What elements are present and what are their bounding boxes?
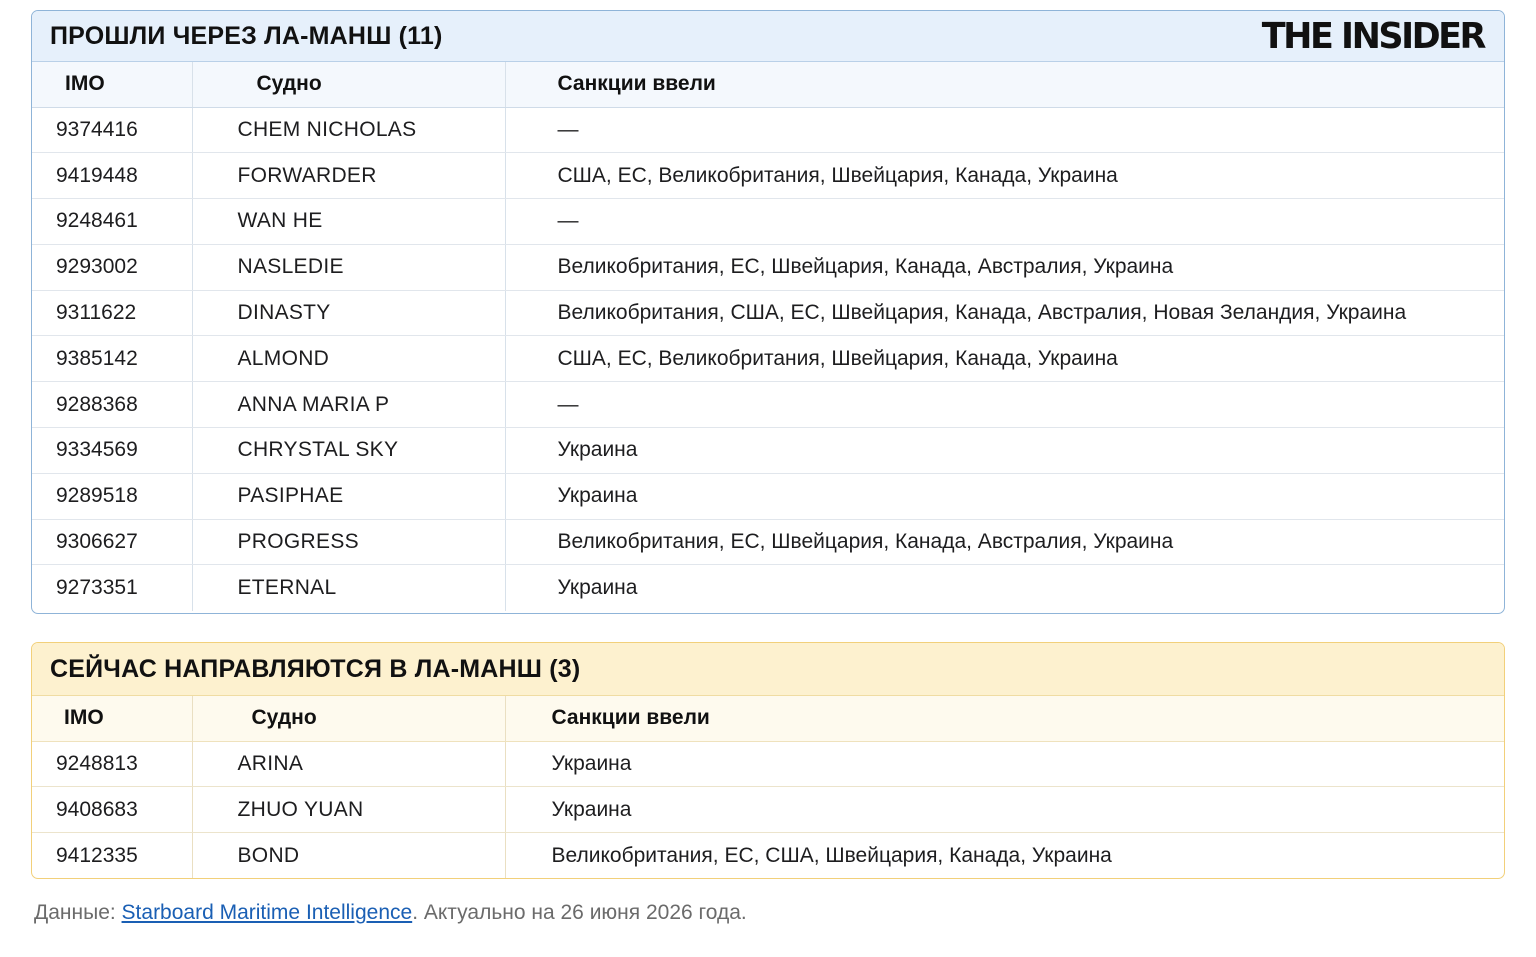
imo-cell: 9385142	[32, 335, 193, 383]
column-header-sanctions: Санкции ввели	[505, 696, 1504, 742]
column-header-sanctions: Санкции ввели	[505, 62, 1504, 108]
sanctions-cell: Украина	[505, 427, 1504, 474]
passed-ships-panel: ПРОШЛИ ЧЕРЕЗ ЛА-МАНШ (11) THE INSIDER IM…	[31, 10, 1505, 614]
table-row: 9248813 ARINA Украина	[32, 741, 1504, 788]
imo-cell: 9293002	[32, 244, 193, 291]
sanctions-cell: Украина	[505, 741, 1504, 788]
ship-name-cell: FORWARDER	[192, 152, 506, 200]
sanctions-cell: Украина	[557, 576, 638, 600]
ship-name-cell: NASLEDIE	[192, 244, 506, 291]
imo-cell: 9306627	[32, 519, 193, 566]
column-header-imo: IMO	[32, 696, 193, 742]
imo-cell: 9311622	[32, 290, 193, 337]
passed-ships-body: 9374416 CHEM NICHOLAS —9419448 FORWARDER США…	[32, 107, 1504, 611]
imo-cell: 9412335	[32, 832, 193, 878]
page: ПРОШЛИ ЧЕРЕЗ ЛА-МАНШ (11) THE INSIDER IM…	[0, 0, 1536, 957]
table-header-row: IMO Судно Санкции ввели	[32, 696, 1504, 742]
table-row: 9273351 ETERNAL Украина	[32, 564, 1504, 611]
heading-ships-header: СЕЙЧАС НАПРАВЛЯЮТСЯ В ЛА-МАНШ (3)	[32, 643, 1504, 696]
sanctions-cell: —	[505, 107, 1504, 154]
imo-cell: 9334569	[32, 427, 193, 474]
table-row: 9374416 CHEM NICHOLAS —	[32, 107, 1504, 154]
table-row: 9306627 PROGRESS Великобритания, ЕС, Швейц…	[32, 519, 1504, 566]
table-row: 9288368 ANNA MARIA P —	[32, 381, 1504, 429]
ship-name-cell: CHEM NICHOLAS	[192, 107, 506, 154]
sanctions-cell: Украина	[505, 786, 1504, 834]
ship-name-cell: ARINA	[192, 741, 506, 788]
ship-name-cell: ANNA MARIA P	[192, 381, 506, 429]
passed-ships-title: ПРОШЛИ ЧЕРЕЗ ЛА-МАНШ (11)	[50, 21, 443, 50]
sanctions-cell: —	[505, 381, 1504, 429]
imo-cell: 9248461	[32, 198, 193, 245]
column-header-ship: Судно	[192, 62, 506, 108]
sanctions-cell: Великобритания, ЕС, Швейцария, Канада, А…	[505, 244, 1504, 291]
the-insider-logo: THE INSIDER	[1261, 16, 1487, 58]
sanctions-cell: —	[505, 198, 1504, 245]
passed-ships-table: IMO Судно Санкции ввели 9374416 CHEM NICH…	[32, 62, 1504, 611]
heading-ships-panel: СЕЙЧАС НАПРАВЛЯЮТСЯ В ЛА-МАНШ (3) IMO Су…	[31, 642, 1505, 879]
sanctions-cell: Украина	[505, 473, 1504, 520]
ship-name-cell: ZHUO YUAN	[192, 786, 506, 834]
sanctions-cell: Великобритания, США, ЕС, Швейцария, Кана…	[505, 290, 1504, 337]
imo-cell: 9419448	[32, 152, 193, 200]
ship-name-cell: WAN HE	[192, 198, 506, 245]
sanctions-cell: США, ЕС, Великобритания, Швейцария, Кана…	[505, 335, 1504, 383]
table-row: 9311622 DINASTY Великобритания, США, ЕС, Ш…	[32, 290, 1504, 337]
table-header-row: IMO Судно Санкции ввели	[32, 62, 1504, 108]
ship-name-cell: DINASTY	[192, 290, 506, 337]
table-row: 9408683 ZHUO YUAN Украина	[32, 786, 1504, 834]
heading-ships-title: СЕЙЧАС НАПРАВЛЯЮТСЯ В ЛА-МАНШ (3)	[50, 654, 581, 683]
table-row: 9248461 WAN HE —	[32, 198, 1504, 245]
heading-ships-table: IMO Судно Санкции ввели 9248813 ARINA Укра…	[32, 696, 1504, 878]
column-header-imo: IMO	[32, 62, 193, 108]
ship-name-cell: ALMOND	[192, 335, 506, 383]
sanctions-cell: США, ЕС, Великобритания, Швейцария, Кана…	[505, 152, 1504, 200]
source-prefix: Данные:	[34, 901, 122, 924]
table-row: 9419448 FORWARDER США, ЕС, Великобритания,…	[32, 152, 1504, 200]
heading-ships-body: 9248813 ARINA Украина 9408683 ZHUO YUAN Украи…	[32, 741, 1504, 878]
ship-name-cell: CHRYSTAL SKY	[192, 427, 506, 474]
table-row: 9293002 NASLEDIE Великобритания, ЕС, Швейц…	[32, 244, 1504, 291]
table-row: 9289518 PASIPHAE Украина	[32, 473, 1504, 520]
sanctions-cell: Великобритания, ЕС, Швейцария, Канада, А…	[505, 519, 1504, 566]
imo-cell: 9273351	[32, 564, 193, 611]
passed-ships-header: ПРОШЛИ ЧЕРЕЗ ЛА-МАНШ (11) THE INSIDER	[32, 11, 1504, 62]
table-row: 9334569 CHRYSTAL SKY Украина	[32, 427, 1504, 474]
source-link[interactable]: Starboard Maritime Intelligence	[122, 901, 413, 924]
imo-cell: 9408683	[32, 786, 193, 834]
imo-cell: 9289518	[32, 473, 193, 520]
source-suffix: . Актуально на 26 июня 2026 года.	[412, 901, 747, 924]
table-row: 9412335 BOND Великобритания, ЕС, США, Швей…	[32, 832, 1504, 878]
imo-cell: 9248813	[32, 741, 193, 788]
imo-cell: 9374416	[32, 107, 193, 154]
ship-name-cell: PROGRESS	[192, 519, 506, 566]
sanctions-cell: Великобритания, ЕС, США, Швейцария, Кана…	[551, 843, 1112, 867]
ship-name-cell: BOND	[192, 832, 506, 878]
ship-name-cell: PASIPHAE	[192, 473, 506, 520]
imo-cell: 9288368	[32, 381, 193, 429]
ship-name-cell: ETERNAL	[192, 564, 506, 611]
column-header-ship: Судно	[192, 696, 506, 742]
source-note: Данные: Starboard Maritime Intelligence.…	[34, 901, 747, 925]
table-row: 9385142 ALMOND США, ЕС, Великобритания, Шв…	[32, 335, 1504, 383]
